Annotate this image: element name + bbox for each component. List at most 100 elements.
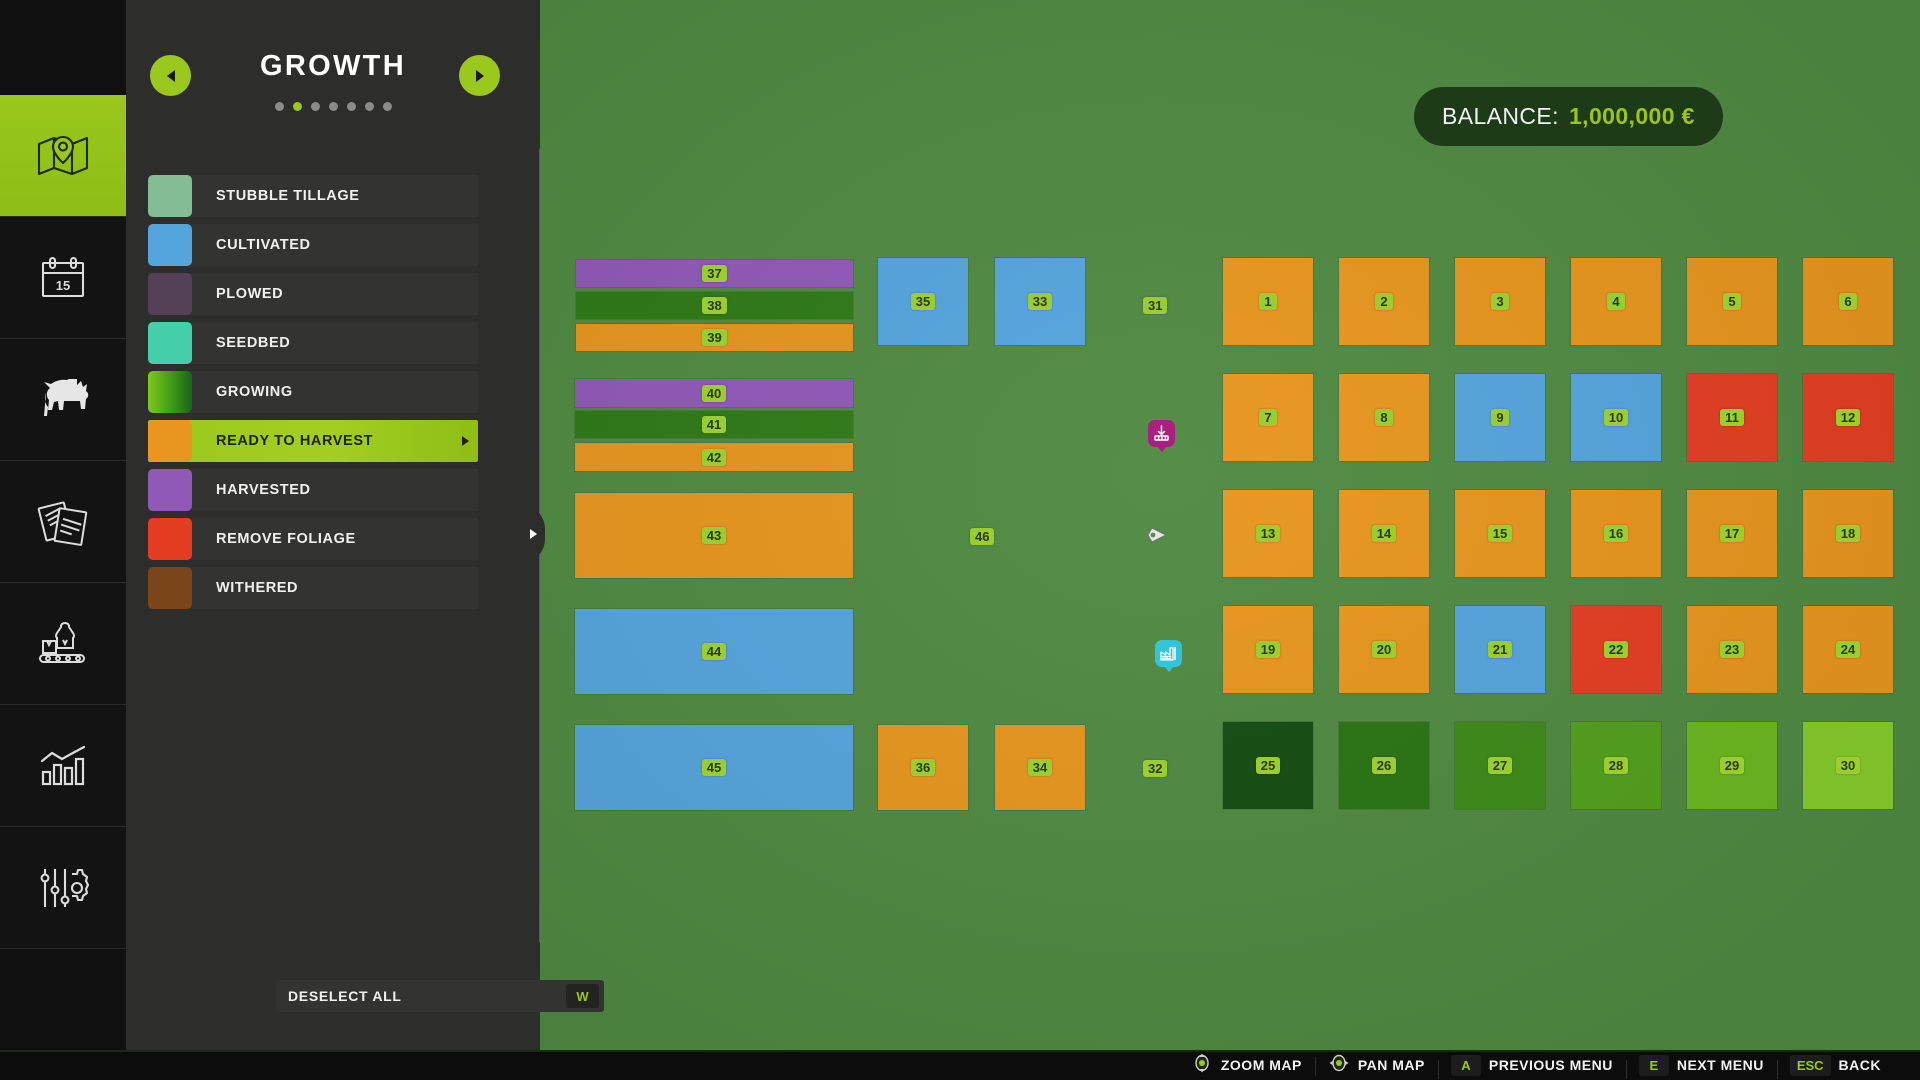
documents-icon — [37, 498, 89, 546]
growth-filter-row[interactable]: GROWING — [148, 371, 478, 413]
bottom-bar-key: A — [1451, 1055, 1481, 1076]
growth-filter-row[interactable]: PLOWED — [148, 273, 478, 315]
sidebar-item-contracts[interactable] — [0, 461, 126, 583]
map-field[interactable]: 39 — [576, 324, 853, 351]
sidebar-item-calendar[interactable]: 15 — [0, 217, 126, 339]
map-field[interactable]: 20 — [1339, 606, 1429, 693]
page-dot-1[interactable] — [293, 102, 302, 111]
growth-filter-row[interactable]: STUBBLE TILLAGE — [148, 175, 478, 217]
sidebar-item-map[interactable] — [0, 95, 126, 217]
map-field[interactable]: 10 — [1571, 374, 1661, 461]
deselect-all-button[interactable]: DESELECT ALL W — [276, 980, 604, 1012]
growth-filter-row[interactable]: WITHERED — [148, 567, 478, 609]
map-field[interactable]: 5 — [1687, 258, 1777, 345]
page-dot-5[interactable] — [365, 102, 374, 111]
map-field[interactable]: 14 — [1339, 490, 1429, 577]
growth-filter-row[interactable]: SEEDBED — [148, 322, 478, 364]
map-field[interactable]: 27 — [1455, 722, 1545, 809]
map-field[interactable]: 18 — [1803, 490, 1893, 577]
map-field[interactable]: 21 — [1455, 606, 1545, 693]
map-field[interactable]: 37 — [576, 260, 853, 287]
sidebar-item-settings[interactable] — [0, 827, 126, 949]
map-field[interactable]: 4 — [1571, 258, 1661, 345]
map-field[interactable]: 24 — [1803, 606, 1893, 693]
page-dot-2[interactable] — [311, 102, 320, 111]
growth-filter-row[interactable]: HARVESTED — [148, 469, 478, 511]
map-field[interactable]: 44 — [575, 609, 853, 694]
field-number: 43 — [702, 527, 726, 544]
map-field[interactable]: 8 — [1339, 374, 1429, 461]
page-dot-0[interactable] — [275, 102, 284, 111]
page-dot-4[interactable] — [347, 102, 356, 111]
field-number: 7 — [1259, 409, 1276, 426]
map-field[interactable]: 25 — [1223, 722, 1313, 809]
field-number: 4 — [1607, 293, 1624, 310]
svg-text:15: 15 — [56, 278, 70, 293]
map-field[interactable]: 7 — [1223, 374, 1313, 461]
growth-filter-label: HARVESTED — [216, 482, 311, 498]
production-line-icon — [36, 621, 90, 667]
field-number: 10 — [1604, 409, 1628, 426]
map-field[interactable]: 2 — [1339, 258, 1429, 345]
bottom-bar-label: ZOOM MAP — [1221, 1057, 1302, 1073]
bottom-bar-action[interactable]: PAN MAP — [1315, 1052, 1438, 1079]
deselect-all-key: W — [566, 984, 599, 1008]
map-field[interactable]: 13 — [1223, 490, 1313, 577]
map-field[interactable]: 26 — [1339, 722, 1429, 809]
bottom-bar-action[interactable]: APREVIOUS MENU — [1438, 1055, 1626, 1076]
map-field-label[interactable]: 31 — [1143, 297, 1167, 314]
map-field[interactable]: 12 — [1803, 374, 1893, 461]
map-field[interactable]: 11 — [1687, 374, 1777, 461]
page-dot-3[interactable] — [329, 102, 338, 111]
map-field[interactable]: 28 — [1571, 722, 1661, 809]
map-field[interactable]: 22 — [1571, 606, 1661, 693]
growth-filter-row[interactable]: REMOVE FOLIAGE — [148, 518, 478, 560]
production-point-marker[interactable] — [1155, 638, 1182, 668]
chevron-right-icon — [462, 436, 469, 446]
field-number: 3 — [1491, 293, 1508, 310]
map-field[interactable]: 41 — [575, 411, 853, 438]
bottom-bar-action[interactable]: ESCBACK — [1777, 1055, 1894, 1076]
map-field[interactable]: 9 — [1455, 374, 1545, 461]
map-field-label[interactable]: 46 — [970, 528, 994, 545]
growth-filter-row[interactable]: CULTIVATED — [148, 224, 478, 266]
map-pin-icon — [36, 133, 90, 179]
map-field[interactable]: 19 — [1223, 606, 1313, 693]
field-number: 24 — [1836, 641, 1860, 658]
page-dot-6[interactable] — [383, 102, 392, 111]
map-field[interactable]: 35 — [878, 258, 968, 345]
map-field[interactable]: 3 — [1455, 258, 1545, 345]
map-field[interactable]: 30 — [1803, 722, 1893, 809]
map-field[interactable]: 1 — [1223, 258, 1313, 345]
growth-filter-label: REMOVE FOLIAGE — [216, 531, 356, 547]
map-field[interactable]: 38 — [576, 292, 853, 319]
farm-map[interactable]: 3738394041424344453533363412345678910111… — [540, 0, 1920, 1050]
map-field[interactable]: 23 — [1687, 606, 1777, 693]
map-field[interactable]: 34 — [995, 725, 1085, 810]
map-field[interactable]: 29 — [1687, 722, 1777, 809]
map-field[interactable]: 17 — [1687, 490, 1777, 577]
bottom-bar-label: NEXT MENU — [1677, 1057, 1764, 1073]
sell-point-marker[interactable] — [1148, 418, 1175, 448]
map-field[interactable]: 15 — [1455, 490, 1545, 577]
sidebar-item-animals[interactable] — [0, 339, 126, 461]
map-field[interactable]: 43 — [575, 493, 853, 578]
field-number: 39 — [702, 329, 726, 346]
map-field[interactable]: 40 — [575, 379, 853, 407]
map-field[interactable]: 42 — [575, 443, 853, 471]
map-field[interactable]: 33 — [995, 258, 1085, 345]
map-field[interactable]: 36 — [878, 725, 968, 810]
map-field[interactable]: 6 — [1803, 258, 1893, 345]
sidebar-item-statistics[interactable] — [0, 705, 126, 827]
bottom-bar-action[interactable]: ENEXT MENU — [1626, 1055, 1777, 1076]
map-field-label[interactable]: 32 — [1143, 760, 1167, 777]
field-number: 1 — [1259, 293, 1276, 310]
sliders-gear-icon — [37, 865, 89, 911]
map-field[interactable]: 45 — [575, 725, 853, 810]
next-category-button[interactable] — [459, 55, 500, 96]
game-screen: 3738394041424344453533363412345678910111… — [0, 0, 1920, 1080]
sidebar-item-production[interactable] — [0, 583, 126, 705]
map-field[interactable]: 16 — [1571, 490, 1661, 577]
bottom-bar-action[interactable]: ZOOM MAP — [1178, 1052, 1315, 1079]
growth-filter-row[interactable]: READY TO HARVEST — [148, 420, 478, 462]
